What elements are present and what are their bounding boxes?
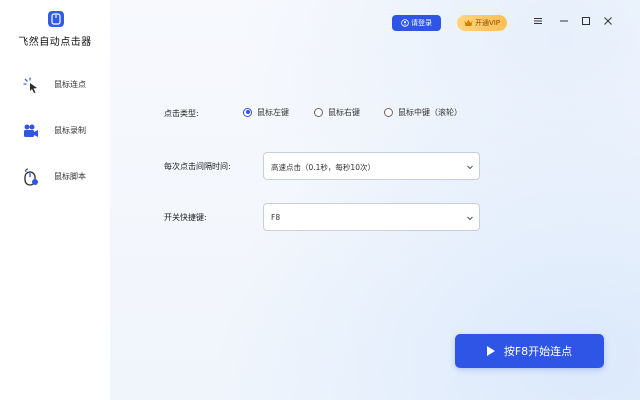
vip-label: 开通VIP [474, 19, 501, 27]
radio-label: 鼠标右键 [328, 107, 360, 117]
app-logo-icon [48, 11, 64, 27]
sidebar-item-label: 鼠标脚本 [54, 172, 86, 181]
sidebar-item-mouse-record[interactable]: 鼠标录制 [0, 119, 110, 143]
user-icon [401, 19, 409, 27]
radio-left-button[interactable]: 鼠标左键 [243, 106, 289, 118]
video-camera-icon [22, 122, 40, 140]
click-type-label: 点击类型: [164, 109, 199, 118]
radio-label: 鼠标中键（滚轮） [398, 107, 462, 117]
start-button[interactable]: 按F8开始连点 [455, 334, 604, 368]
play-icon [486, 346, 495, 356]
mouse-script-icon [22, 168, 40, 186]
sidebar-item-label: 鼠标录制 [54, 126, 86, 135]
radio-right-button[interactable]: 鼠标右键 [314, 106, 360, 118]
radio-unchecked-icon [314, 107, 323, 117]
interval-select[interactable]: 高速点击（0.1秒，每秒10次） [263, 152, 480, 180]
maximize-icon[interactable] [580, 16, 592, 28]
radio-unchecked-icon [384, 107, 393, 117]
interval-label: 每次点击间隔时间: [164, 162, 231, 171]
close-icon[interactable] [602, 16, 614, 28]
hotkey-value: F8 [271, 213, 281, 222]
vip-button[interactable]: 开通VIP [457, 15, 507, 31]
radio-label: 鼠标左键 [257, 107, 289, 117]
hotkey-label: 开关快捷键: [164, 213, 207, 222]
app-title: 飞然自动点击器 [18, 37, 92, 48]
sidebar-item-mouse-script[interactable]: 鼠标脚本 [0, 165, 110, 189]
login-button[interactable]: 请登录 [392, 15, 441, 31]
hotkey-select[interactable]: F8 [263, 203, 480, 231]
radio-checked-icon [243, 107, 252, 117]
chevron-down-icon [467, 165, 473, 170]
interval-value: 高速点击（0.1秒，每秒10次） [271, 163, 375, 172]
sidebar-item-mouse-click[interactable]: 鼠标连点 [0, 73, 110, 97]
minimize-icon[interactable] [558, 16, 570, 28]
chevron-down-icon [467, 216, 473, 221]
radio-middle-button[interactable]: 鼠标中键（滚轮） [384, 106, 462, 118]
start-button-label: 按F8开始连点 [503, 345, 573, 358]
login-label: 请登录 [411, 19, 432, 27]
crown-icon [464, 19, 473, 26]
sidebar: 飞然自动点击器 鼠标连点 鼠标录制 鼠标脚本 [0, 0, 110, 400]
sidebar-item-label: 鼠标连点 [54, 80, 86, 89]
mouse-click-icon [22, 76, 40, 94]
menu-icon[interactable] [532, 16, 544, 28]
